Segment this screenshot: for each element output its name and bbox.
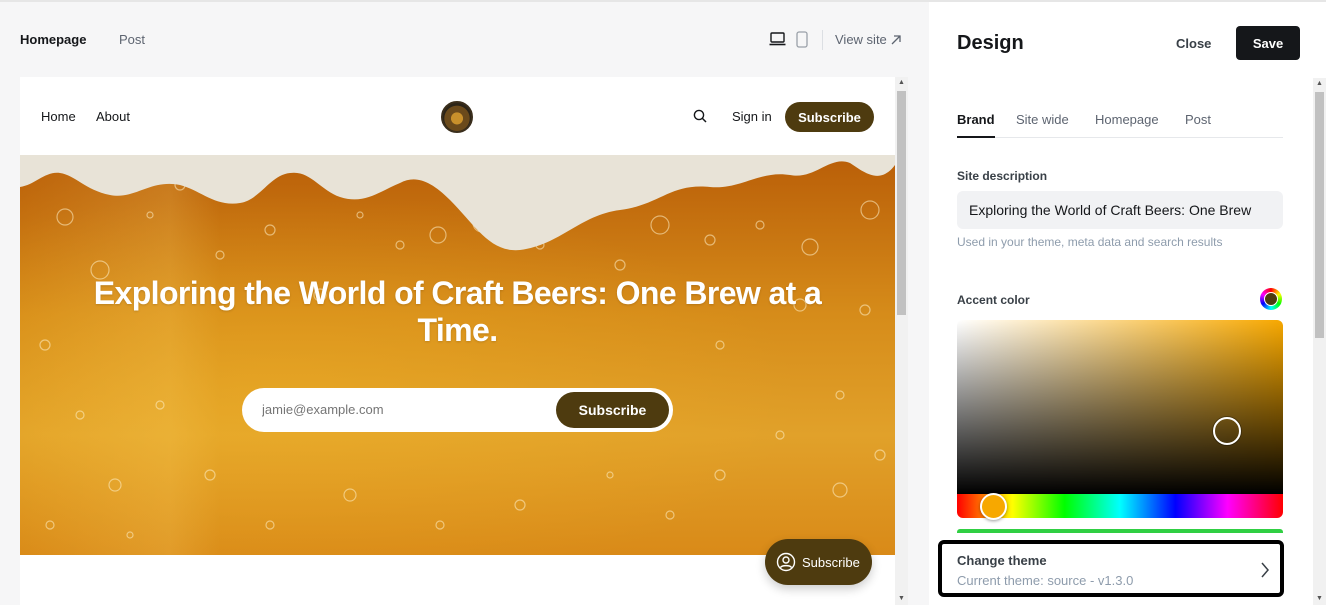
site-header: Home About Sign in Subscribe (20, 77, 895, 155)
email-input[interactable] (262, 388, 542, 432)
color-saturation-area[interactable] (957, 320, 1283, 494)
scroll-down-icon[interactable]: ▼ (898, 595, 905, 602)
preview-scrollbar[interactable]: ▲ ▼ (895, 77, 908, 605)
accent-color-dot (1264, 292, 1278, 306)
nav-about[interactable]: About (96, 109, 130, 124)
change-theme-title: Change theme (957, 553, 1047, 568)
save-button[interactable]: Save (1236, 26, 1300, 60)
panel-scroll-thumb[interactable] (1315, 92, 1324, 338)
panel-scrollbar[interactable]: ▲ ▼ (1313, 78, 1326, 605)
preview-scroll-thumb[interactable] (897, 91, 906, 315)
tab-post[interactable]: Post (119, 32, 145, 47)
nav-home[interactable]: Home (41, 109, 76, 124)
accent-color-label: Accent color (957, 293, 1030, 307)
sign-in-link[interactable]: Sign in (732, 109, 772, 124)
hero-section: Exploring the World of Craft Beers: One … (20, 155, 895, 555)
desktop-icon[interactable] (769, 32, 786, 46)
user-circle-icon (776, 552, 796, 572)
tab-brand[interactable]: Brand (957, 112, 995, 127)
tab-post-design[interactable]: Post (1185, 112, 1211, 127)
nav-subscribe-button[interactable]: Subscribe (785, 102, 874, 132)
preview-toolbar: Homepage Post View site (0, 2, 929, 76)
panel-title: Design (957, 32, 1024, 54)
hero-subscribe-button[interactable]: Subscribe (556, 392, 669, 428)
panel-scroll-up-icon[interactable]: ▲ (1316, 80, 1323, 87)
color-input-edge (957, 529, 1283, 533)
toolbar-divider (822, 30, 823, 50)
site-description-input[interactable] (957, 191, 1283, 229)
site-logo[interactable] (441, 101, 473, 133)
view-site-link[interactable]: View site (835, 32, 901, 47)
hue-slider[interactable] (957, 493, 1283, 520)
scroll-up-icon[interactable]: ▲ (898, 79, 905, 86)
site-description-hint: Used in your theme, meta data and search… (957, 235, 1223, 249)
foam-decoration (20, 155, 895, 251)
design-panel: Design Close Save Brand Site wide Homepa… (929, 0, 1326, 605)
hero-title: Exploring the World of Craft Beers: One … (93, 275, 822, 348)
close-button[interactable]: Close (1176, 36, 1211, 51)
hue-handle[interactable] (980, 493, 1007, 520)
chevron-right-icon (1261, 562, 1269, 578)
tab-homepage[interactable]: Homepage (20, 32, 86, 47)
accent-color-swatch[interactable] (1260, 288, 1282, 310)
mobile-icon[interactable] (796, 31, 808, 48)
site-description-label: Site description (957, 169, 1048, 183)
current-theme-text: Current theme: source - v1.3.0 (957, 573, 1134, 588)
panel-scroll-down-icon[interactable]: ▼ (1316, 595, 1323, 602)
portal-subscribe-button[interactable]: Subscribe (765, 539, 872, 585)
active-tab-indicator (957, 136, 995, 138)
change-theme-button[interactable]: Change theme Current theme: source - v1.… (938, 540, 1284, 597)
tab-homepage-design[interactable]: Homepage (1095, 112, 1159, 127)
view-site-label: View site (835, 32, 887, 47)
tab-site-wide[interactable]: Site wide (1016, 112, 1069, 127)
design-tabs: Brand Site wide Homepage Post (957, 110, 1283, 138)
site-preview-frame: Home About Sign in Subscribe Exploring t… (20, 77, 908, 605)
preview-area: Homepage Post View site Home About Sign … (0, 0, 929, 605)
external-arrow-icon (891, 34, 901, 44)
hero-subscribe-form: Subscribe (242, 388, 673, 432)
search-icon[interactable] (693, 109, 707, 123)
portal-subscribe-label: Subscribe (802, 554, 860, 570)
saturation-handle[interactable] (1213, 417, 1241, 445)
